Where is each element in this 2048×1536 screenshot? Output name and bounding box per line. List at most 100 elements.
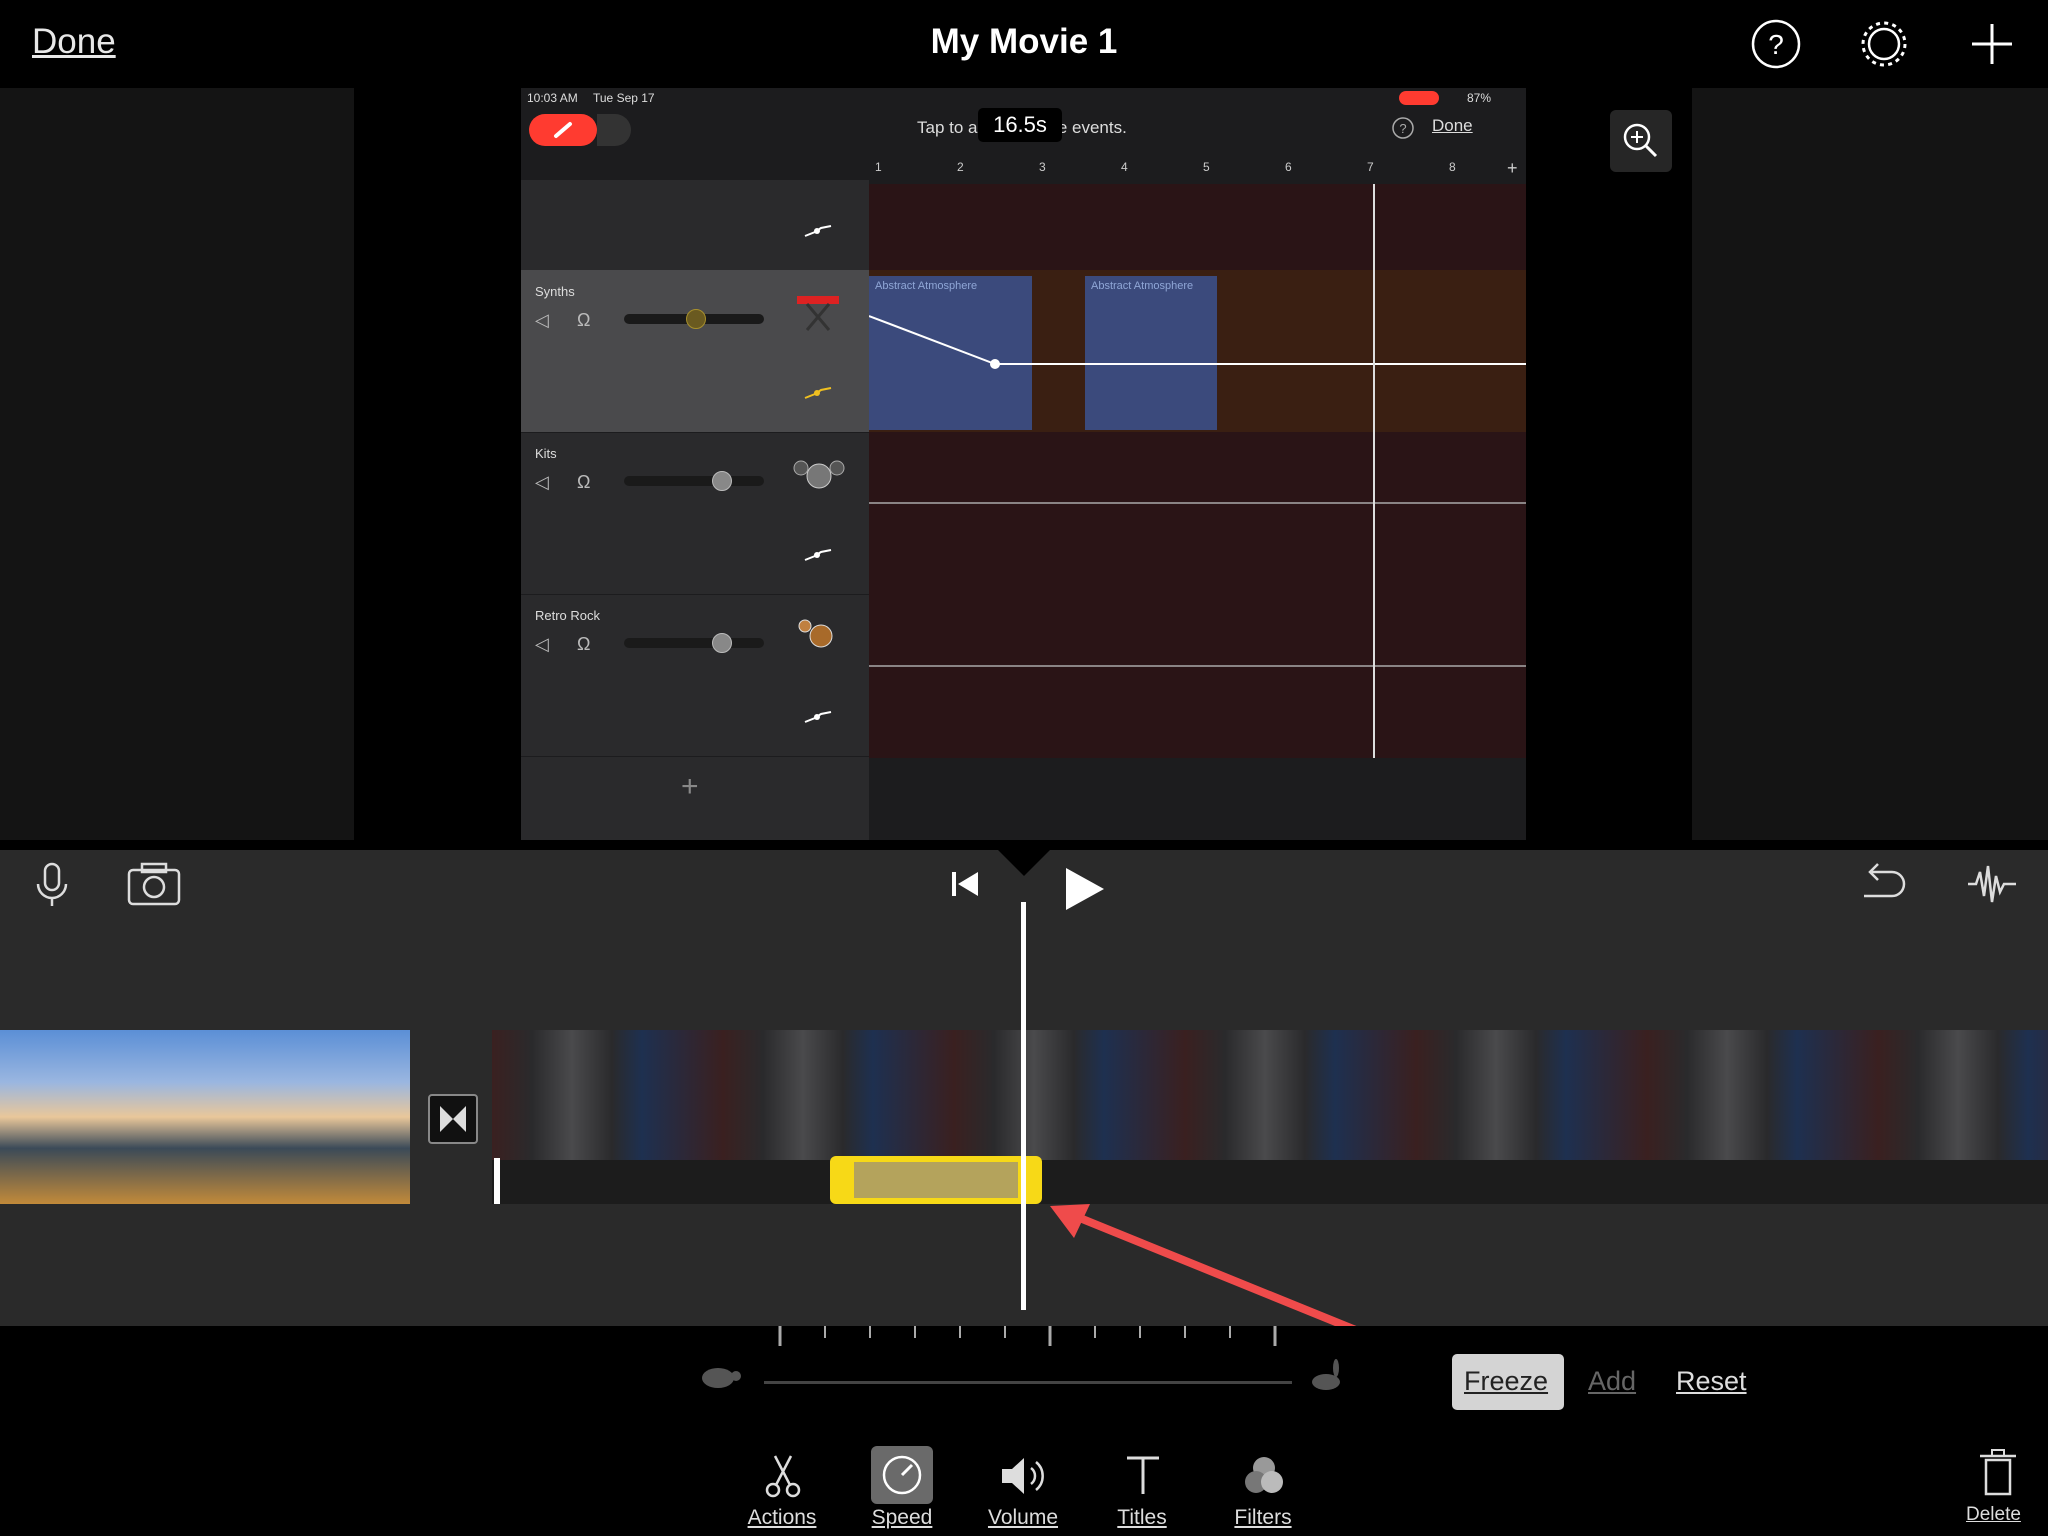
freeze-range-handle[interactable] — [830, 1156, 1042, 1204]
recording-indicator — [1399, 91, 1439, 105]
svg-text:?: ? — [1399, 121, 1406, 136]
ruler-mark: 5 — [1203, 160, 1210, 174]
zoom-in-icon[interactable] — [1610, 110, 1672, 172]
clip-start-handle[interactable] — [494, 1158, 500, 1204]
viewer-left-panel — [0, 88, 354, 840]
add-section-icon[interactable]: + — [1507, 158, 1518, 179]
rabbit-icon — [1312, 1359, 1340, 1390]
playhead-marker — [994, 846, 1054, 876]
tab-filters[interactable]: Filters — [1208, 1436, 1318, 1536]
delete-button[interactable]: Delete — [1958, 1436, 2038, 1536]
svg-text:?: ? — [1768, 29, 1784, 60]
mute-icon[interactable]: ◁ — [535, 472, 549, 493]
track-name: Retro Rock — [535, 608, 601, 623]
lock-icon[interactable] — [597, 114, 631, 146]
gb-done-button[interactable]: Done — [1432, 116, 1473, 136]
headphones-icon[interactable]: Ω — [577, 472, 590, 493]
speaker-icon — [1002, 1458, 1044, 1494]
transition-icon — [440, 1106, 466, 1132]
tab-label: Filters — [1234, 1506, 1292, 1529]
add-track-button[interactable]: + — [681, 770, 699, 804]
headphones-icon[interactable]: Ω — [577, 310, 590, 331]
volume-knob[interactable] — [712, 633, 732, 653]
track-header-retro-rock[interactable]: Retro Rock ◁ Ω — [521, 594, 869, 757]
drum-kit-icon — [798, 619, 833, 648]
gb-help-icon[interactable]: ? — [1391, 116, 1415, 140]
text-icon — [1127, 1456, 1159, 1494]
trash-icon — [1980, 1449, 2016, 1496]
reset-button[interactable]: Reset — [1676, 1366, 1747, 1397]
transition-button[interactable] — [428, 1094, 478, 1144]
page-title: My Movie 1 — [930, 22, 1118, 61]
viewer-right-panel — [1692, 88, 2048, 840]
help-icon[interactable]: ? — [1748, 16, 1804, 72]
microphone-icon[interactable] — [32, 860, 72, 910]
status-bar: 10:03 AM Tue Sep 17 87% — [521, 88, 1526, 110]
waveform-icon[interactable] — [1966, 862, 2018, 906]
speedometer-icon — [882, 1455, 922, 1495]
ruler-mark: 1 — [875, 160, 882, 174]
timeline-playhead — [1021, 902, 1026, 1310]
drum-kit-icon — [793, 460, 845, 489]
ruler-mark: 3 — [1039, 160, 1046, 174]
add-icon[interactable] — [1964, 16, 2020, 72]
ruler-mark: 2 — [957, 160, 964, 174]
tab-label: Volume — [987, 1506, 1059, 1529]
filters-icon — [1245, 1457, 1283, 1493]
volume-slider[interactable] — [624, 471, 764, 491]
tab-actions[interactable]: Actions — [727, 1436, 837, 1536]
tab-titles[interactable]: Titles — [1087, 1436, 1197, 1536]
undo-icon[interactable] — [1858, 862, 1906, 904]
tab-volume[interactable]: Volume — [968, 1436, 1078, 1536]
time-readout: 16.5s — [978, 108, 1062, 142]
status-date: Tue Sep 17 — [593, 91, 655, 105]
speed-ruler — [492, 1160, 2048, 1204]
edit-pencil-button[interactable] — [529, 114, 597, 146]
add-button[interactable]: Add — [1588, 1366, 1636, 1397]
track-header-synths[interactable]: Synths ◁ Ω — [521, 270, 869, 433]
play-icon[interactable] — [1062, 866, 1108, 912]
tracks-grid[interactable]: Abstract Atmosphere Abstract Atmosphere — [869, 158, 1526, 758]
freeze-label: Freeze — [1464, 1366, 1549, 1396]
track-headers: Synths ◁ Ω Kits ◁ Ω Retro Rock ◁ Ω + — [521, 180, 869, 840]
ruler-mark: 6 — [1285, 160, 1292, 174]
automation-icon[interactable] — [803, 544, 833, 564]
automation-icon[interactable] — [803, 382, 833, 402]
settings-icon[interactable] — [1856, 16, 1912, 72]
track-name: Kits — [535, 446, 557, 461]
automation-icon[interactable] — [803, 220, 833, 240]
tab-label: Actions — [747, 1506, 817, 1529]
volume-knob[interactable] — [712, 471, 732, 491]
scissors-icon — [765, 1455, 801, 1498]
volume-slider[interactable] — [624, 309, 764, 329]
tab-label: Titles — [1117, 1506, 1167, 1529]
status-time: 10:03 AM — [527, 91, 578, 105]
track-header-kits[interactable]: Kits ◁ Ω — [521, 432, 869, 595]
ruler-mark: 4 — [1121, 160, 1128, 174]
tab-speed[interactable]: Speed — [847, 1436, 957, 1536]
bar-ruler[interactable]: 1 2 3 4 5 6 7 8 + — [869, 158, 1526, 184]
battery-level: 87% — [1467, 91, 1492, 105]
mute-icon[interactable]: ◁ — [535, 310, 549, 331]
speed-ticks — [778, 1326, 1277, 1346]
volume-knob[interactable] — [686, 309, 706, 329]
track-header[interactable] — [521, 180, 869, 271]
automation-icon[interactable] — [803, 706, 833, 726]
ruler-mark: 8 — [1449, 160, 1456, 174]
tab-bar: Actions Speed Volume Titles Filters Dele… — [0, 1436, 2048, 1536]
ruler-mark: 7 — [1367, 160, 1374, 174]
track-name: Synths — [535, 284, 575, 299]
camera-icon[interactable] — [126, 860, 182, 908]
skip-back-icon[interactable] — [950, 868, 980, 900]
landscape-clip[interactable] — [0, 1030, 410, 1204]
delete-label: Delete — [1966, 1504, 2021, 1525]
headphones-icon[interactable]: Ω — [577, 634, 590, 655]
mute-icon[interactable]: ◁ — [535, 634, 549, 655]
turtle-icon — [702, 1368, 741, 1388]
speed-slider[interactable] — [764, 1381, 1292, 1384]
freeze-button[interactable]: Freeze — [1452, 1354, 1564, 1410]
tab-label: Speed — [871, 1506, 933, 1529]
volume-slider[interactable] — [624, 633, 764, 653]
top-bar: Done My Movie 1 ? — [0, 0, 2048, 88]
keyboard-instrument-icon — [797, 296, 839, 331]
